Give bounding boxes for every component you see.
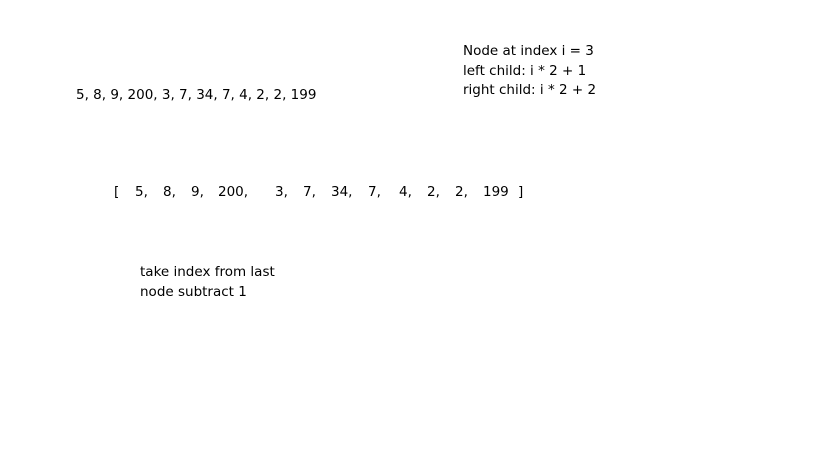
number-sequence-text: 5, 8, 9, 200, 3, 7, 34, 7, 4, 2, 2, 199 xyxy=(76,87,317,103)
left-child-formula: left child: i * 2 + 1 xyxy=(463,62,587,79)
last-node-note-line1: take index from last xyxy=(140,264,275,280)
array-item: 5, xyxy=(135,184,148,200)
last-node-note-line2: node subtract 1 xyxy=(140,283,247,300)
array-item: 34, xyxy=(331,184,353,200)
right-child-formula: right child: i * 2 + 2 xyxy=(463,82,597,98)
array-item: 8, xyxy=(163,184,176,200)
array-item: 7, xyxy=(368,184,381,200)
array-item: 3, xyxy=(275,184,288,200)
last-node-note: take index from last node subtract 1 xyxy=(140,263,275,302)
array-item: 2, xyxy=(427,184,440,200)
array-item: 7, xyxy=(303,184,316,200)
array-close-bracket: ] xyxy=(518,184,524,200)
array-open-bracket: [ xyxy=(114,184,120,200)
array-item: 2, xyxy=(455,184,468,200)
node-index-line: Node at index i = 3 xyxy=(463,43,594,59)
array-item: 4, xyxy=(399,184,412,200)
array-item: 199 xyxy=(483,184,509,200)
array-item: 200, xyxy=(218,184,249,200)
array-row: [ 5, 8, 9, 200, 3, 7, 34, 7, 4, 2, 2, 19… xyxy=(0,182,819,202)
array-item: 9, xyxy=(191,184,204,200)
child-index-note: Node at index i = 3 left child: i * 2 + … xyxy=(463,42,596,101)
